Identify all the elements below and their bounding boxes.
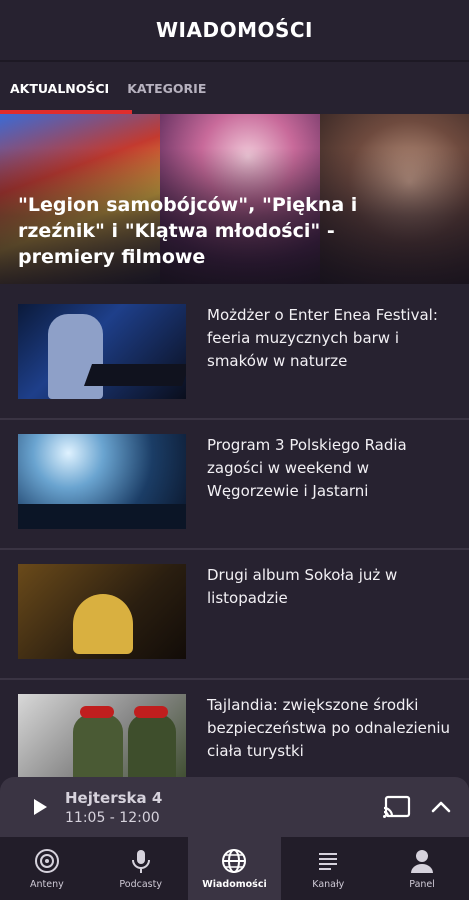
news-item[interactable]: Możdżer o Enter Enea Festival: feeria mu… [0, 290, 469, 420]
player-time: 11:05 - 12:00 [65, 810, 160, 826]
news-thumbnail [18, 564, 186, 659]
thumbnail-stage [18, 504, 186, 529]
thumbnail-figure [73, 594, 133, 654]
nav-item-anteny[interactable]: Anteny [0, 837, 94, 900]
app-header: WIADOMOŚCI [0, 0, 469, 62]
news-item[interactable]: Program 3 Polskiego Radia zagości w week… [0, 420, 469, 550]
nav-label: Wiadomości [202, 878, 267, 890]
tab-aktualnosci[interactable]: AKTUALNOŚCI [10, 64, 109, 114]
hero-title: "Legion samobójców", "Piękna i rzeźnik" … [18, 194, 358, 268]
news-title: Możdżer o Enter Enea Festival: feeria mu… [207, 306, 438, 370]
nav-item-kanaly[interactable]: Kanały [281, 837, 375, 900]
nav-label: Podcasty [119, 878, 162, 890]
news-thumbnail [18, 434, 186, 529]
nav-item-panel[interactable]: Panel [375, 837, 469, 900]
thumbnail-figure [48, 314, 103, 399]
nav-item-podcasty[interactable]: Podcasty [94, 837, 188, 900]
news-list: Możdżer o Enter Enea Festival: feeria mu… [0, 290, 469, 810]
news-thumbnail [18, 304, 186, 399]
player-title: Hejterska 4 [65, 789, 163, 807]
nav-label: Panel [409, 878, 435, 890]
mini-player[interactable]: Hejterska 4 11:05 - 12:00 [0, 777, 469, 837]
news-title: Drugi album Sokoła już w listopadzie [207, 566, 398, 607]
cast-icon[interactable] [383, 795, 411, 819]
person-icon [411, 849, 434, 873]
thumbnail-piano [83, 364, 186, 386]
news-title: Program 3 Polskiego Radia zagości w week… [207, 436, 407, 500]
tab-kategorie[interactable]: KATEGORIE [127, 64, 206, 114]
list-icon [319, 852, 338, 870]
radio-waves-icon [34, 848, 59, 873]
tab-bar: AKTUALNOŚCI KATEGORIE [0, 64, 469, 114]
chevron-up-icon[interactable] [430, 797, 452, 817]
news-item[interactable]: Drugi album Sokoła już w listopadzie [0, 550, 469, 680]
thumbnail-beret [80, 706, 114, 718]
globe-icon [222, 848, 247, 873]
thumbnail-beret [134, 706, 168, 718]
nav-label: Kanały [312, 878, 345, 890]
nav-label: Anteny [30, 878, 64, 890]
page-title: WIADOMOŚCI [155, 18, 313, 42]
play-icon[interactable] [30, 797, 50, 817]
nav-item-wiadomosci[interactable]: Wiadomości [187, 837, 282, 900]
hero-article[interactable]: "Legion samobójców", "Piękna i rzeźnik" … [0, 114, 469, 284]
news-thumbnail [18, 694, 186, 789]
microphone-icon [131, 849, 150, 873]
bottom-navigation: Anteny Podcasty Wiadomości Kanały Panel [0, 837, 469, 900]
news-title: Tajlandia: zwiększone środki bezpieczeńs… [207, 696, 451, 760]
